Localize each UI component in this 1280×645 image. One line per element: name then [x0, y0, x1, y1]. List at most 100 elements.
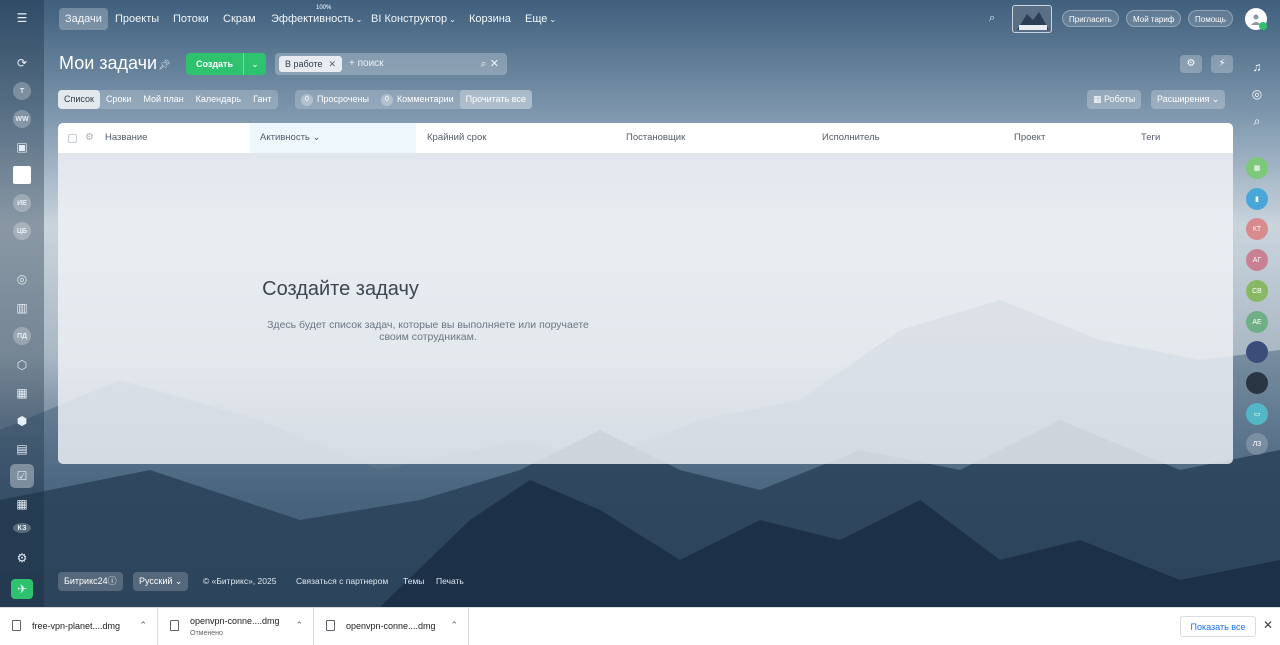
- column-settings-icon[interactable]: ⚙: [85, 123, 94, 153]
- contact-avatar[interactable]: СВ: [1246, 280, 1268, 302]
- counter-comments[interactable]: 0 Комментарии: [375, 90, 460, 109]
- card-icon[interactable]: ▤: [12, 439, 32, 459]
- download-filename: openvpn-conne....dmg: [190, 616, 280, 626]
- tasks-icon[interactable]: ☑: [10, 464, 34, 488]
- company-logo[interactable]: [1012, 5, 1052, 33]
- nav-bi-constructor[interactable]: BI Конструктор ⌄: [365, 8, 462, 30]
- column-creator[interactable]: Постановщик: [626, 123, 685, 153]
- group-chat-avatar[interactable]: ▦: [1246, 157, 1268, 179]
- search-icon[interactable]: ⌕: [481, 58, 487, 70]
- select-all-checkbox[interactable]: [68, 134, 77, 143]
- column-project[interactable]: Проект: [1014, 123, 1045, 153]
- column-tags[interactable]: Теги: [1141, 123, 1160, 153]
- robot-icon: ▦: [1093, 94, 1105, 104]
- chevron-down-icon: ⌄: [355, 15, 363, 24]
- package-icon[interactable]: ⬡: [12, 355, 32, 375]
- tariff-button[interactable]: Мой тариф: [1126, 10, 1182, 27]
- settings-icon[interactable]: ⚙: [12, 548, 32, 568]
- view-list[interactable]: Список: [58, 90, 100, 109]
- bell-icon[interactable]: ♫: [1246, 56, 1268, 78]
- nav-efficiency[interactable]: Эффективность ⌄: [265, 8, 368, 30]
- nav-flows[interactable]: Потоки: [167, 8, 215, 30]
- analytics-icon[interactable]: ▥: [12, 298, 32, 318]
- language-select[interactable]: Русский ⌄: [133, 572, 189, 591]
- nav-more[interactable]: Еще ⌄: [519, 8, 562, 30]
- nav-projects[interactable]: Проекты: [109, 8, 165, 30]
- contact-photo-avatar[interactable]: [1246, 341, 1268, 363]
- contact-avatar[interactable]: ЛЗ: [1246, 433, 1268, 455]
- shield-icon[interactable]: ⬢: [12, 411, 32, 431]
- chat-avatar[interactable]: ПД: [13, 327, 31, 345]
- chevron-down-icon[interactable]: ⌄: [244, 53, 266, 75]
- extensions-button[interactable]: Расширения ⌄: [1151, 90, 1226, 109]
- robots-button[interactable]: ▦ Роботы: [1087, 90, 1142, 109]
- download-status: Отменено: [190, 630, 223, 637]
- create-button[interactable]: Создать ⌄: [186, 53, 266, 75]
- search-input[interactable]: + поиск: [349, 53, 384, 75]
- calendar-icon[interactable]: ▦: [12, 494, 32, 514]
- print-link[interactable]: Печать: [436, 572, 464, 591]
- partner-link[interactable]: Связаться с партнером: [296, 572, 388, 591]
- download-item[interactable]: openvpn-conne....dmg Отменено ⌃: [158, 608, 314, 645]
- info-icon: ⓘ: [107, 576, 117, 586]
- column-activity[interactable]: Активность ⌄: [250, 123, 416, 153]
- rocket-icon[interactable]: ✈: [11, 579, 33, 599]
- page-title: Мои задачи: [59, 53, 158, 73]
- contact-avatar[interactable]: АГ: [1246, 249, 1268, 271]
- read-all-button[interactable]: Прочитать все: [459, 90, 532, 109]
- chevron-down-icon: ⌄: [1211, 94, 1220, 104]
- chat-avatar[interactable]: WW: [13, 110, 31, 128]
- search-icon[interactable]: ⌕: [989, 12, 995, 25]
- download-item[interactable]: free-vpn-planet....dmg ⌃: [0, 608, 158, 645]
- download-item[interactable]: openvpn-conne....dmg ⌃: [314, 608, 469, 645]
- create-label[interactable]: Создать: [186, 53, 244, 75]
- settings-icon[interactable]: ⚙: [1180, 55, 1202, 73]
- chat-avatar[interactable]: ЦБ: [13, 222, 31, 240]
- calendar-chat-icon[interactable]: ▣: [12, 137, 32, 157]
- counter-overdue[interactable]: 0 Просрочены: [295, 90, 375, 109]
- close-icon[interactable]: ✕: [1263, 618, 1273, 632]
- contact-avatar[interactable]: АЕ: [1246, 311, 1268, 333]
- chat-white-tile[interactable]: [13, 166, 31, 184]
- column-responsible[interactable]: Исполнитель: [822, 123, 880, 153]
- filter-chip[interactable]: В работе ✕: [279, 56, 343, 72]
- search-chat-icon[interactable]: ⌕: [1246, 110, 1268, 132]
- contact-avatar[interactable]: КТ: [1246, 218, 1268, 240]
- chevron-up-icon[interactable]: ⌃: [295, 620, 303, 631]
- chevron-up-icon[interactable]: ⌃: [450, 620, 458, 631]
- lightning-icon[interactable]: ⚡︎: [1211, 55, 1233, 73]
- crm-icon[interactable]: ◎: [12, 269, 32, 289]
- copilot-icon[interactable]: ◎: [1246, 83, 1268, 105]
- chat-bubble-icon[interactable]: ▭: [1246, 403, 1268, 425]
- nav-scrum[interactable]: Скрам: [217, 8, 262, 30]
- chevron-down-icon: ⌄: [549, 15, 557, 24]
- robot-icon[interactable]: ▦: [12, 383, 32, 403]
- chat-avatar[interactable]: Т: [13, 82, 31, 100]
- contact-photo-avatar[interactable]: [1246, 372, 1268, 394]
- pin-icon[interactable]: 📌︎: [158, 60, 171, 71]
- chat-avatar[interactable]: ИЕ: [13, 194, 31, 212]
- bookmark-icon[interactable]: ▮: [1246, 188, 1268, 210]
- column-deadline[interactable]: Крайний срок: [427, 123, 486, 153]
- view-deadlines[interactable]: Сроки: [100, 90, 137, 109]
- invite-button[interactable]: Пригласить: [1062, 10, 1119, 27]
- user-avatar[interactable]: [1245, 8, 1267, 30]
- bitrix24-button[interactable]: Битрикс24ⓘ: [58, 572, 123, 591]
- show-all-button[interactable]: Показать все: [1180, 616, 1256, 637]
- help-button[interactable]: Помощь: [1188, 10, 1233, 27]
- nav-trash[interactable]: Корзина: [463, 8, 517, 30]
- view-calendar[interactable]: Календарь: [190, 90, 247, 109]
- column-title[interactable]: Название: [105, 123, 147, 153]
- chevron-up-icon[interactable]: ⌃: [139, 620, 147, 631]
- themes-link[interactable]: Темы: [403, 572, 424, 591]
- clear-icon[interactable]: ✕: [490, 58, 499, 70]
- nav-tasks[interactable]: Задачи: [59, 8, 108, 30]
- view-gantt[interactable]: Гант: [247, 90, 277, 109]
- view-my-plan[interactable]: Мой план: [137, 90, 189, 109]
- close-icon[interactable]: ✕: [329, 59, 337, 69]
- sort-chevron-icon: ⌄: [312, 132, 321, 143]
- chat-avatar[interactable]: КЗ: [13, 523, 31, 533]
- filter-search[interactable]: В работе ✕ + поиск ⌕ ✕: [275, 53, 507, 75]
- sync-icon[interactable]: ⟳: [12, 53, 32, 73]
- menu-icon[interactable]: ☰: [12, 8, 32, 28]
